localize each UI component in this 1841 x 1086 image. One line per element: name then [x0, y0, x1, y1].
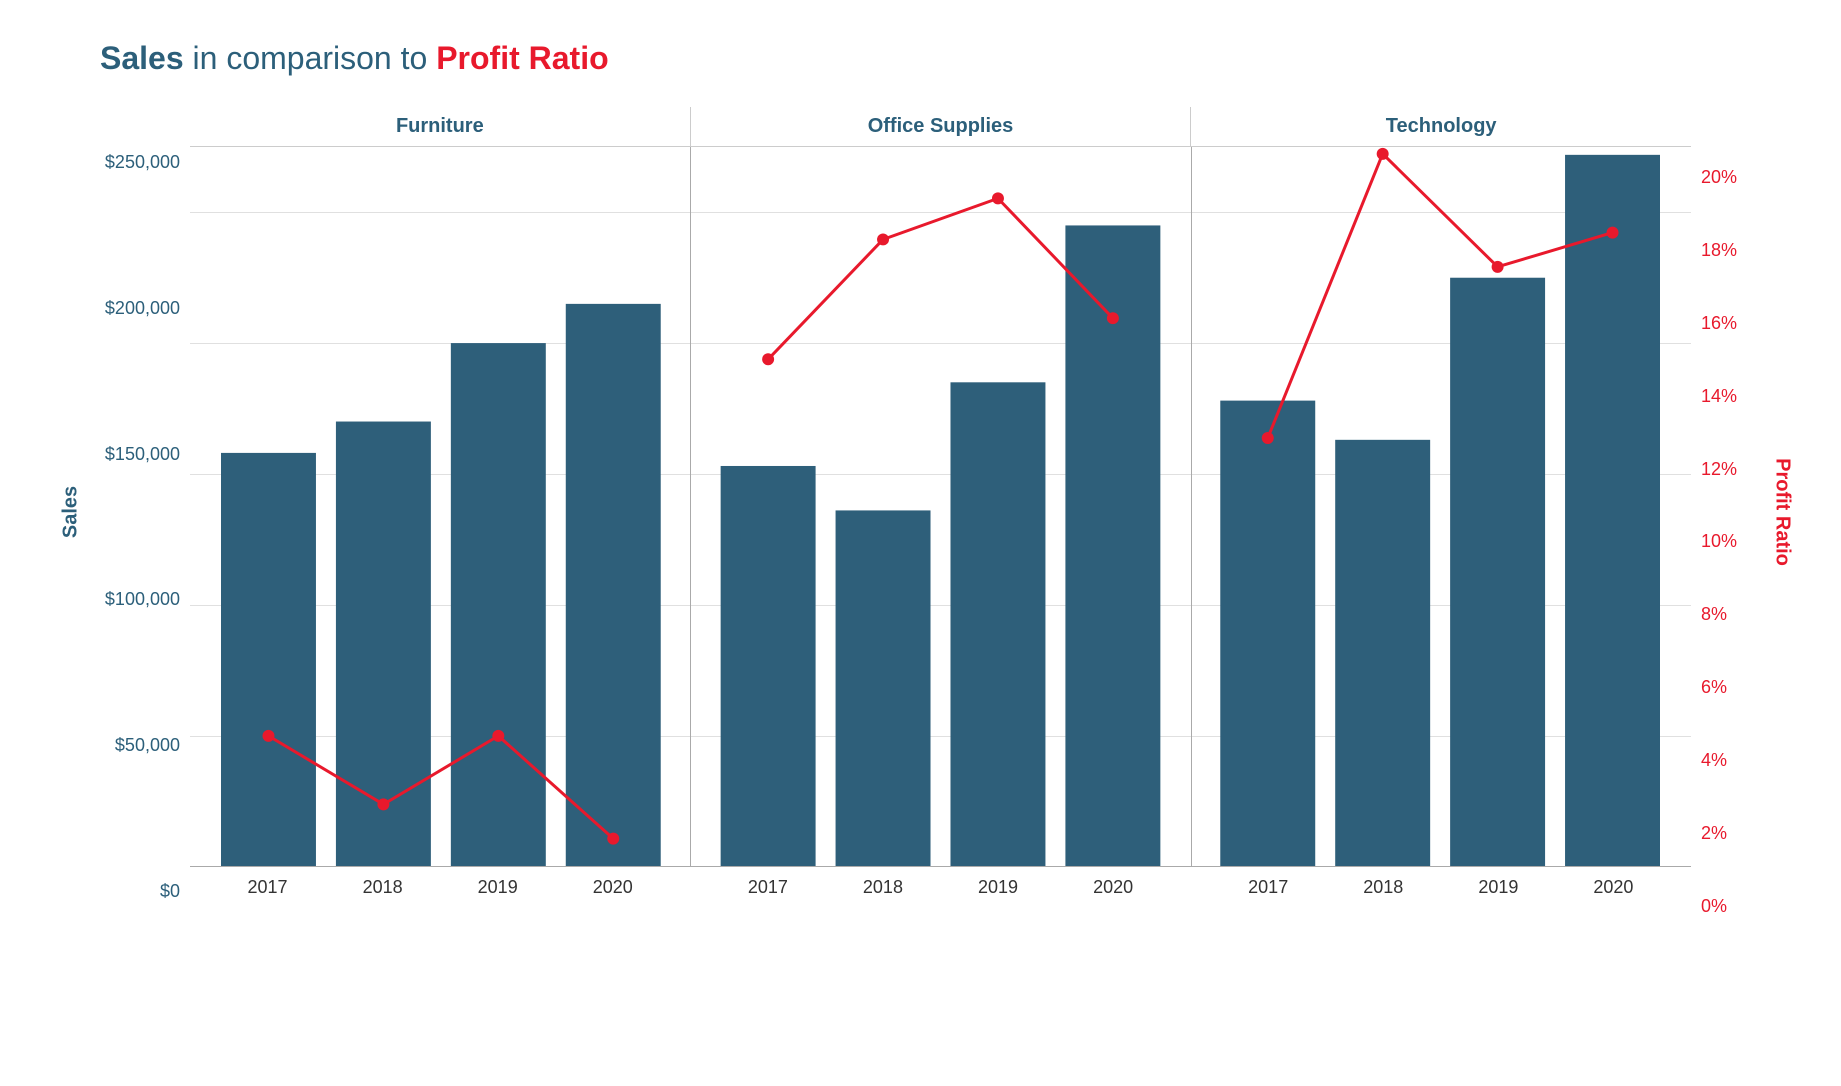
title-profit: Profit Ratio [436, 40, 608, 76]
category-headers: Furniture Office Supplies Technology [190, 107, 1691, 147]
x-label-furniture-2019: 2019 [455, 867, 540, 917]
cat-header-furniture: Furniture [190, 107, 691, 146]
cat-header-office: Office Supplies [691, 107, 1192, 146]
x-labels-office: 2017 2018 2019 2020 [690, 867, 1190, 917]
y-axis-right-wrapper: Profit Ratio 20% 18% 16% 14% 12% 10% 8% … [1691, 137, 1781, 887]
x-label-furniture-2018: 2018 [340, 867, 425, 917]
x-label-tech-2020: 2020 [1571, 867, 1656, 917]
y-tick-20pct: 20% [1701, 167, 1737, 188]
x-label-furniture-2017: 2017 [225, 867, 310, 917]
y-tick-16pct: 16% [1701, 313, 1737, 334]
x-labels-furniture: 2017 2018 2019 2020 [190, 867, 690, 917]
x-label-office-2020: 2020 [1071, 867, 1156, 917]
x-label-tech-2019: 2019 [1456, 867, 1541, 917]
x-label-office-2019: 2019 [956, 867, 1041, 917]
y-axis-left: $250,000 $200,000 $150,000 $100,000 $50,… [100, 152, 190, 902]
x-label-tech-2017: 2017 [1226, 867, 1311, 917]
chart-container: Sales in comparison to Profit Ratio Sale… [0, 0, 1841, 1086]
y-tick-100k: $100,000 [105, 589, 180, 610]
title-sales: Sales [100, 40, 184, 76]
title-middle: in comparison to [193, 40, 437, 76]
chart-svg [190, 147, 1691, 866]
x-axis-labels: 2017 2018 2019 2020 2017 2018 2019 2020 … [190, 867, 1691, 917]
x-label-furniture-2020: 2020 [570, 867, 655, 917]
y-tick-200k: $200,000 [105, 298, 180, 319]
y-tick-10pct: 10% [1701, 531, 1737, 552]
y-tick-4pct: 4% [1701, 750, 1727, 771]
chart-title: Sales in comparison to Profit Ratio [100, 40, 1781, 77]
y-tick-8pct: 8% [1701, 604, 1727, 625]
y-tick-0pct: 0% [1701, 896, 1727, 917]
y-tick-0: $0 [160, 881, 180, 902]
y-tick-6pct: 6% [1701, 677, 1727, 698]
cat-header-tech: Technology [1191, 107, 1691, 146]
y-tick-2pct: 2% [1701, 823, 1727, 844]
y-axis-left-label: Sales [60, 486, 82, 538]
y-tick-14pct: 14% [1701, 386, 1737, 407]
y-tick-12pct: 12% [1701, 459, 1737, 480]
y-tick-250k: $250,000 [105, 152, 180, 173]
y-tick-50k: $50,000 [115, 735, 180, 756]
bars-area [190, 147, 1691, 867]
y-axis-right: 20% 18% 16% 14% 12% 10% 8% 6% 4% 2% 0% [1691, 167, 1781, 917]
chart-area: Sales $250,000 $200,000 $150,000 $100,00… [100, 107, 1781, 957]
x-labels-tech: 2017 2018 2019 2020 [1191, 867, 1691, 917]
y-axis-left-wrapper: Sales $250,000 $200,000 $150,000 $100,00… [100, 137, 190, 887]
y-tick-150k: $150,000 [105, 444, 180, 465]
y-tick-18pct: 18% [1701, 240, 1737, 261]
x-label-tech-2018: 2018 [1341, 867, 1426, 917]
x-label-office-2017: 2017 [725, 867, 810, 917]
y-axis-right-label: Profit Ratio [1772, 458, 1794, 566]
main-chart: Furniture Office Supplies Technology [190, 107, 1691, 957]
x-label-office-2018: 2018 [840, 867, 925, 917]
